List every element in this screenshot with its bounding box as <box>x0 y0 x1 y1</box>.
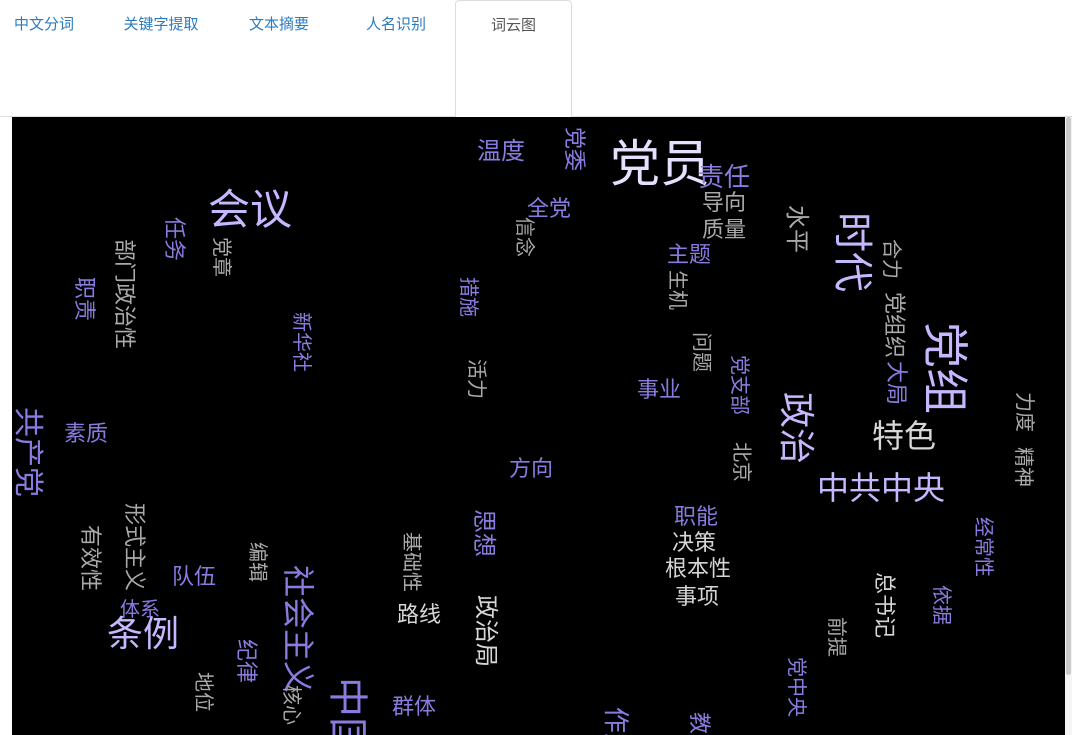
word-cloud-word: 合力 <box>880 239 904 279</box>
word-cloud-word: 中共中央 <box>817 469 946 507</box>
word-cloud-word: 条例 <box>107 614 180 655</box>
word-cloud-word: 党支部 <box>728 355 752 415</box>
word-cloud-word: 根本性 <box>665 557 732 582</box>
word-cloud-canvas: 党员 会议 党组 中共中央 时代 特色 政治 条例 社会主义 中国 共产党 温度 党委 责任 全党 导向 质量水… <box>12 117 1065 735</box>
word-cloud-word: 新华社 <box>290 312 314 372</box>
word-cloud-word: 大局 <box>883 361 908 406</box>
word-cloud-word: 党员 <box>610 135 710 193</box>
word-cloud-word: 时代 <box>829 212 875 292</box>
word-cloud-word: 党委 <box>561 127 586 172</box>
word-cloud-word: 共产党 <box>12 407 45 497</box>
word-cloud-word: 思想 <box>470 509 498 557</box>
word-cloud-word: 群体 <box>392 695 437 720</box>
tab-chinese-segmentation[interactable]: 中文分词 <box>2 0 86 117</box>
word-cloud-word: 部门政治性 <box>111 239 136 350</box>
word-cloud-word: 编辑 <box>246 542 270 582</box>
word-cloud-word: 政治 <box>775 392 816 465</box>
word-cloud-word: 责任 <box>698 163 751 193</box>
word-cloud-word: 形式主义 <box>121 503 146 592</box>
word-cloud-word: 事项 <box>675 585 720 610</box>
word-cloud-word: 教育 <box>686 712 711 735</box>
word-cloud-word: 措施 <box>457 277 481 317</box>
word-cloud-word: 会议 <box>208 185 293 234</box>
word-cloud-word: 职责 <box>71 277 96 322</box>
word-cloud-word: 问题 <box>690 332 714 372</box>
word-cloud-word: 体系 <box>120 597 160 621</box>
word-cloud-word: 职能 <box>674 505 719 530</box>
word-cloud-word: 依据 <box>930 585 954 625</box>
word-cloud-word: 社会主义 <box>279 565 317 694</box>
word-cloud-word: 生机 <box>666 270 690 310</box>
tab-keyword-extraction[interactable]: 关键字提取 <box>117 0 205 117</box>
word-cloud-word: 党组织 <box>881 292 906 359</box>
tab-text-summary[interactable]: 文本摘要 <box>232 0 326 117</box>
word-cloud-word: 素质 <box>64 422 109 447</box>
word-cloud-word: 队伍 <box>172 565 217 590</box>
word-cloud-word: 精神 <box>1012 447 1036 487</box>
word-cloud-word: 温度 <box>477 137 525 165</box>
word-cloud-word: 党组 <box>918 322 972 414</box>
word-cloud-word: 前提 <box>825 617 849 657</box>
page-scrollbar[interactable] <box>1065 117 1072 735</box>
word-cloud-word: 总书记 <box>871 572 896 639</box>
word-cloud-word: 党中央 <box>785 657 809 717</box>
word-cloud-word: 核心 <box>280 685 304 725</box>
word-cloud-word: 中国 <box>324 677 370 735</box>
word-cloud-word: 特色 <box>872 417 937 455</box>
word-cloud-word: 作用 <box>600 707 630 735</box>
tab-bar: 中文分词 关键字提取 文本摘要 人名识别 词云图 <box>0 0 1072 117</box>
word-cloud-word: 政治局 <box>472 595 500 667</box>
word-cloud-word: 方向 <box>509 457 554 482</box>
word-cloud-word: 质量 <box>702 218 747 243</box>
word-cloud-word: 信念 <box>513 217 537 257</box>
word-cloud-word: 导向 <box>702 191 747 216</box>
tab-person-name-recognition[interactable]: 人名识别 <box>350 0 442 117</box>
word-cloud-word: 经常性 <box>972 517 996 577</box>
word-cloud-word: 主题 <box>667 243 712 268</box>
word-cloud-word: 活力 <box>465 359 489 399</box>
word-cloud-word: 地位 <box>192 672 216 712</box>
word-cloud-word: 有效性 <box>77 525 102 592</box>
scrollbar-thumb[interactable] <box>1066 117 1071 675</box>
word-cloud-word: 水平 <box>783 205 811 253</box>
word-cloud-word: 基础性 <box>400 532 424 592</box>
word-cloud-word: 任务 <box>161 217 186 262</box>
word-cloud-word: 北京 <box>730 442 754 482</box>
tab-word-cloud[interactable]: 词云图 <box>455 0 572 117</box>
word-cloud-word: 事业 <box>637 378 682 403</box>
word-cloud-word: 路线 <box>397 603 442 628</box>
word-cloud-word: 纪律 <box>233 639 258 684</box>
word-cloud-word: 党章 <box>210 237 234 277</box>
word-cloud-word: 决策 <box>672 531 717 556</box>
word-cloud-word: 力度 <box>1013 392 1037 432</box>
